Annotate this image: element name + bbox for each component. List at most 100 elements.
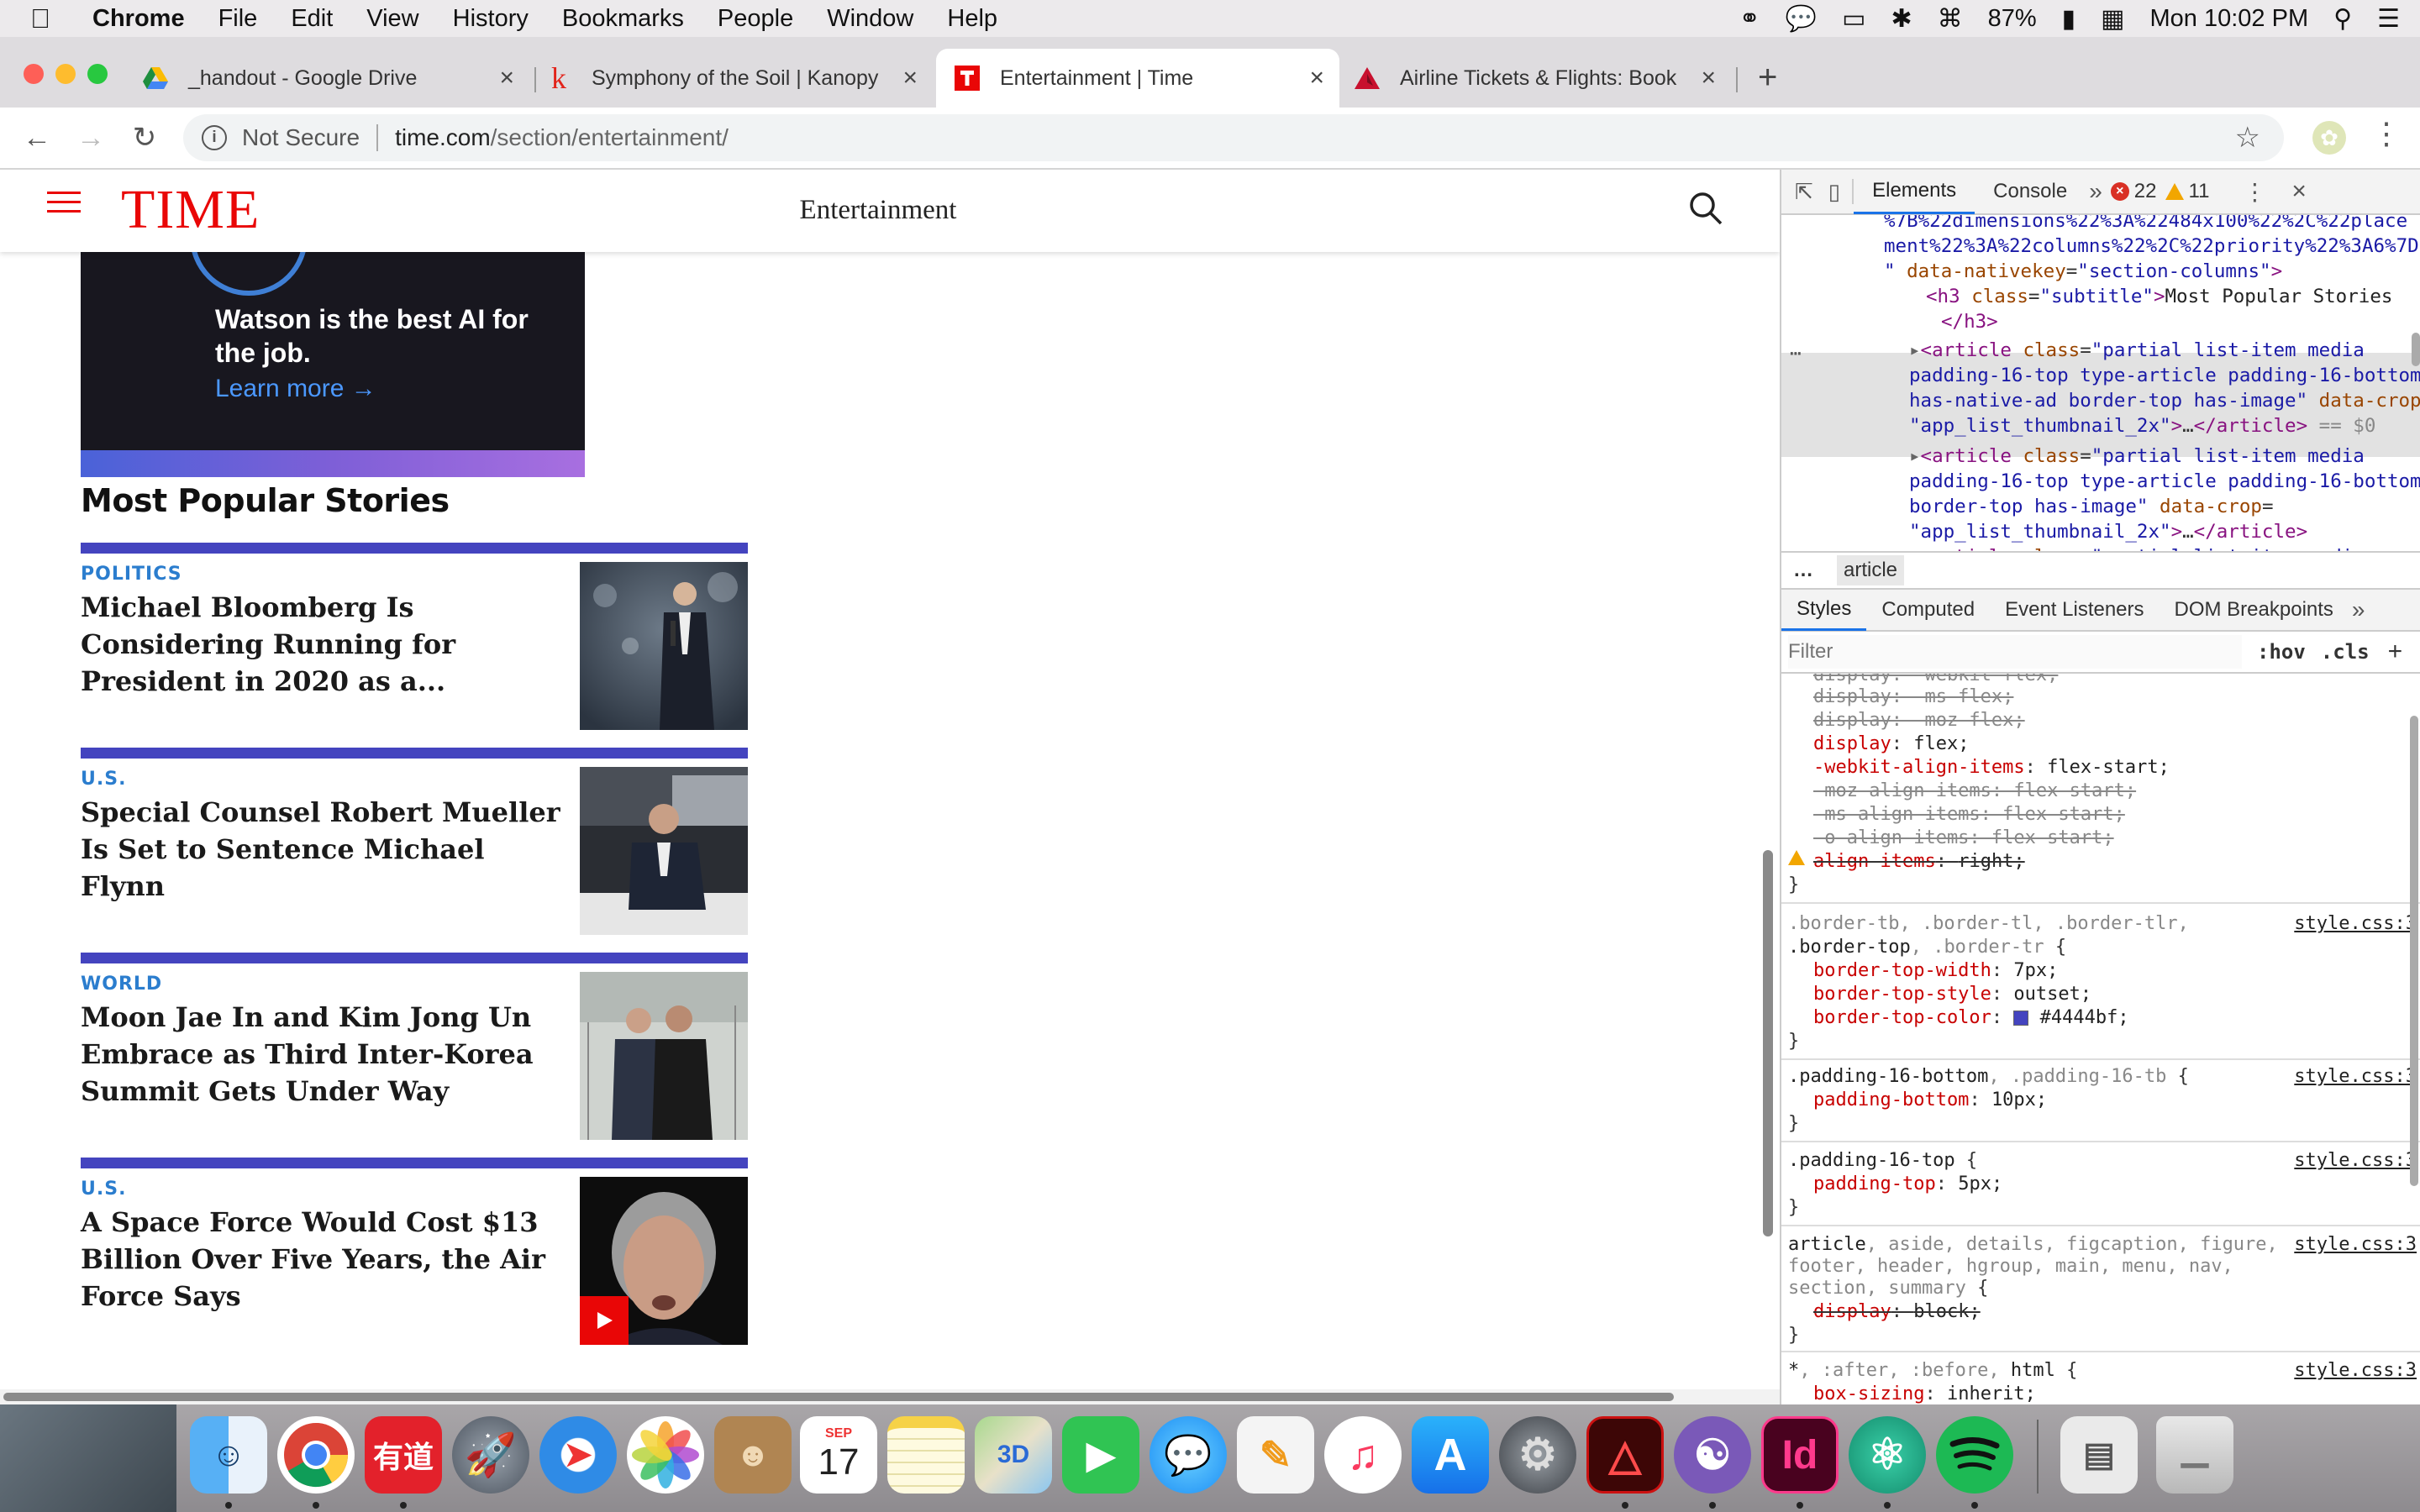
play-video-icon[interactable] bbox=[580, 1296, 629, 1345]
tab-elements[interactable]: Elements bbox=[1854, 170, 1975, 214]
dom-line[interactable]: </h3> bbox=[1941, 309, 1998, 334]
tab-google-drive[interactable]: _handout - Google Drive × bbox=[143, 49, 529, 108]
rule-selector[interactable]: .border-top, .border-tr { bbox=[1788, 936, 2066, 959]
style-decl[interactable]: border-top-width: 7px; bbox=[1813, 959, 2058, 983]
dom-line[interactable]: "app_list_thumbnail_2x">…</article> bbox=[1909, 519, 2307, 544]
tab-styles[interactable]: Styles bbox=[1781, 589, 1867, 631]
style-decl[interactable]: display: -moz-flex; bbox=[1813, 709, 2025, 732]
github-desktop-icon[interactable]: ☯ bbox=[1674, 1416, 1751, 1494]
url-host[interactable]: time.com bbox=[395, 124, 491, 151]
story-thumbnail[interactable] bbox=[580, 1177, 748, 1345]
menu-window[interactable]: Window bbox=[827, 5, 913, 33]
menu-history[interactable]: History bbox=[453, 5, 529, 33]
creative-cloud-icon[interactable]: ⚭ bbox=[1739, 4, 1760, 34]
story-thumbnail[interactable] bbox=[580, 767, 748, 935]
dom-line-selected[interactable]: ▸<article class="partial list-item media bbox=[1909, 338, 2365, 363]
back-button[interactable]: ← bbox=[17, 118, 57, 158]
styles-scrollbar[interactable] bbox=[2410, 716, 2418, 1186]
dom-line[interactable]: ▸<article class="partial list-item media bbox=[1909, 544, 2365, 551]
rule-selector[interactable]: .border-tb, .border-tl, .border-tlr, bbox=[1788, 912, 2189, 936]
youdao-dictionary-icon[interactable]: 有道 bbox=[365, 1416, 442, 1494]
rule-selector[interactable]: .padding-16-bottom, .padding-16-tb { bbox=[1788, 1065, 2189, 1089]
indesign-icon[interactable]: Id bbox=[1761, 1416, 1839, 1494]
dom-line[interactable]: has-native-ad border-top has-image" data… bbox=[1909, 388, 2420, 413]
rule-selector[interactable]: *, :after, :before, html { bbox=[1788, 1359, 2077, 1383]
story-title[interactable]: Moon Jae In and Kim Jong Un Embrace as T… bbox=[81, 999, 568, 1110]
airplay-icon[interactable]: ▭ bbox=[1842, 4, 1865, 34]
photos-icon[interactable] bbox=[627, 1416, 704, 1494]
dom-line[interactable]: <h3 class="subtitle">Most Popular Storie… bbox=[1926, 284, 2392, 309]
bookmark-star-icon[interactable]: ☆ bbox=[2235, 121, 2260, 155]
style-decl[interactable]: padding-top: 5px; bbox=[1813, 1173, 2002, 1196]
page-vertical-scrollbar[interactable] bbox=[1763, 850, 1773, 1236]
rule-source-link[interactable]: style.css:3 bbox=[2294, 1233, 2417, 1257]
close-tab-icon[interactable]: × bbox=[499, 64, 514, 92]
menu-edit[interactable]: Edit bbox=[291, 5, 333, 33]
menu-help[interactable]: Help bbox=[947, 5, 997, 33]
dom-line[interactable]: %7B%22dimensions%22%3A%22484x100%22%2C%2… bbox=[1884, 215, 2407, 234]
menu-view[interactable]: View bbox=[366, 5, 418, 33]
style-decl[interactable]: display: flex; bbox=[1813, 732, 1969, 756]
forward-button[interactable]: → bbox=[71, 118, 111, 158]
story-thumbnail[interactable] bbox=[580, 972, 748, 1140]
story-item[interactable]: POLITICS Michael Bloomberg Is Considerin… bbox=[81, 543, 748, 738]
warning-count[interactable]: 11 bbox=[2165, 180, 2209, 203]
style-decl[interactable]: border-top-color: #4444bf; bbox=[1813, 1006, 2129, 1030]
story-title[interactable]: Michael Bloomberg Is Considering Running… bbox=[81, 589, 568, 700]
calendar-icon[interactable]: SEP 17 bbox=[800, 1416, 877, 1494]
close-devtools-icon[interactable]: × bbox=[2291, 177, 2307, 206]
device-toolbar-icon[interactable]: ▯ bbox=[1828, 179, 1840, 205]
launchpad-icon[interactable]: 🚀 bbox=[452, 1416, 529, 1494]
story-thumbnail[interactable] bbox=[580, 562, 748, 730]
ad-learn-more-link[interactable]: Learn more → bbox=[215, 375, 376, 403]
messages-icon[interactable]: 💬 bbox=[1150, 1416, 1227, 1494]
style-decl[interactable]: -moz-align-items: flex-start; bbox=[1813, 780, 2136, 803]
story-title[interactable]: A Space Force Would Cost $13 Billion Ove… bbox=[81, 1204, 568, 1315]
tab-kanopy[interactable]: k Symphony of the Soil | Kanopy × bbox=[546, 49, 933, 108]
hover-state-toggle[interactable]: :hov bbox=[2257, 640, 2306, 664]
tab-delta-airlines[interactable]: Airline Tickets & Flights: Book × bbox=[1355, 49, 1731, 108]
rule-selector[interactable]: section, summary { bbox=[1788, 1277, 1988, 1300]
tab-console[interactable]: Console bbox=[1975, 170, 2086, 214]
rule-source-link[interactable]: style.css:3 bbox=[2294, 1065, 2417, 1089]
rule-selector[interactable]: .padding-16-top { bbox=[1788, 1149, 1977, 1173]
menu-bookmarks[interactable]: Bookmarks bbox=[562, 5, 684, 33]
style-decl[interactable]: -webkit-align-items: flex-start; bbox=[1813, 756, 2170, 780]
wifi-icon[interactable]: ⌘ bbox=[1938, 4, 1963, 34]
acrobat-icon[interactable]: △ bbox=[1586, 1416, 1664, 1494]
spotify-icon[interactable] bbox=[1936, 1416, 2013, 1494]
devtools-menu-icon[interactable]: ⋮ bbox=[2243, 178, 2266, 206]
bluetooth-icon[interactable]: ✱ bbox=[1891, 4, 1912, 34]
spotlight-search-icon[interactable]: ⚲ bbox=[2333, 4, 2352, 34]
url-path[interactable]: /section/entertainment/ bbox=[491, 124, 729, 151]
zoom-window-button[interactable] bbox=[87, 64, 108, 84]
dom-line[interactable]: padding-16-top type-article padding-16-b… bbox=[1909, 363, 2420, 388]
battery-percent[interactable]: 87% bbox=[1988, 5, 2037, 33]
rule-selector[interactable]: article, aside, details, figcaption, fig… bbox=[1788, 1233, 2278, 1257]
close-tab-icon[interactable]: × bbox=[902, 64, 918, 92]
minimized-window-icon[interactable]: ▤ bbox=[2060, 1416, 2138, 1494]
rule-source-link[interactable]: style.css:3 bbox=[2294, 1359, 2417, 1383]
dom-ellipsis-icon[interactable]: ⋯ bbox=[1790, 341, 1802, 366]
dom-line[interactable]: ▸<article class="partial list-item media bbox=[1909, 444, 2365, 469]
close-window-button[interactable] bbox=[24, 64, 44, 84]
contacts-icon[interactable]: ☻ bbox=[714, 1416, 792, 1494]
styles-filter-input[interactable] bbox=[1788, 635, 2242, 669]
style-decl[interactable]: display: block; bbox=[1813, 1300, 1981, 1324]
itunes-icon[interactable]: ♫ bbox=[1324, 1416, 1402, 1494]
style-decl[interactable]: align-items: right; bbox=[1813, 850, 2025, 874]
clock[interactable]: Mon 10:02 PM bbox=[2150, 5, 2309, 33]
dom-line[interactable]: padding-16-top type-article padding-16-b… bbox=[1909, 469, 2420, 494]
story-category[interactable]: WORLD bbox=[81, 974, 162, 995]
menu-file[interactable]: File bbox=[218, 5, 258, 33]
dom-line[interactable]: ment%22%3A%22columns%22%2C%22priority%22… bbox=[1884, 234, 2419, 259]
scrollbar-thumb[interactable] bbox=[3, 1393, 1674, 1401]
facetime-icon[interactable]: ▶ bbox=[1062, 1416, 1139, 1494]
ibm-watson-ad[interactable]: Watson is the best AI for the job. Learn… bbox=[81, 252, 585, 477]
atom-icon[interactable]: ⚛ bbox=[1849, 1416, 1926, 1494]
apple-menu-icon[interactable]:  bbox=[30, 3, 60, 34]
more-tabs-icon[interactable]: » bbox=[2089, 178, 2102, 205]
tab-time-entertainment[interactable]: Entertainment | Time × bbox=[936, 49, 1339, 108]
breadcrumb-ellipsis[interactable]: … bbox=[1793, 559, 1813, 582]
class-toggle[interactable]: .cls bbox=[2321, 640, 2370, 664]
